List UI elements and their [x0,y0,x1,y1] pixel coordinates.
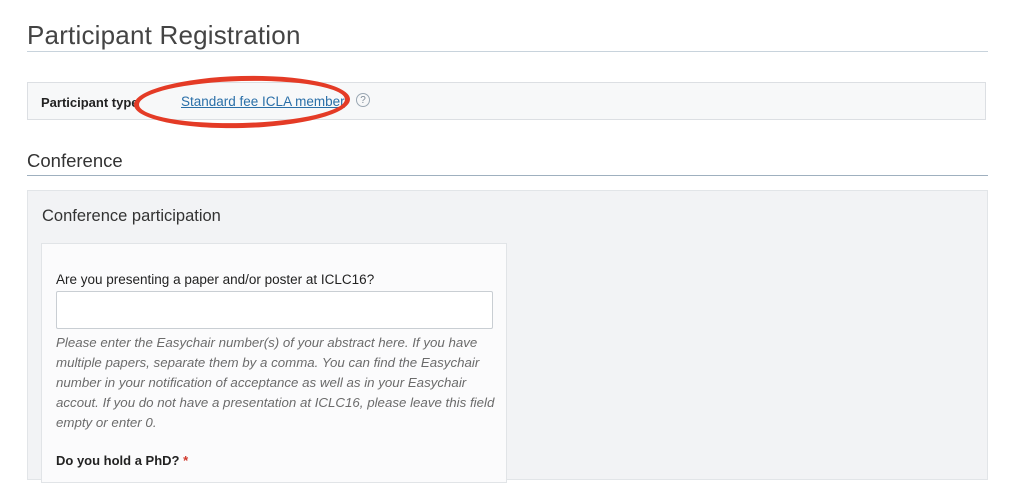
paper-question-help: Please enter the Easychair number(s) of … [56,335,495,430]
form-card: Are you presenting a paper and/or poster… [41,243,507,483]
help-icon[interactable]: ? [356,93,370,107]
title-divider [27,51,988,52]
participant-type-bar: Participant type Standard fee ICLA membe… [27,82,986,120]
section-divider [27,175,988,176]
required-marker: * [183,453,189,468]
section-title: Conference [27,150,123,171]
phd-question-text: Do you hold a PhD? [56,453,180,468]
conference-panel: Conference participation Are you present… [27,190,988,483]
paper-question-label: Are you presenting a paper and/or poster… [56,272,375,287]
phd-question-label: Do you hold a PhD? * [56,453,188,468]
page-title: Participant Registration [27,20,301,50]
paper-number-input[interactable] [56,291,493,329]
participant-type-label: Participant type [41,95,139,110]
panel-title: Conference participation [42,207,221,225]
participant-type-link[interactable]: Standard fee ICLA member [181,94,345,109]
